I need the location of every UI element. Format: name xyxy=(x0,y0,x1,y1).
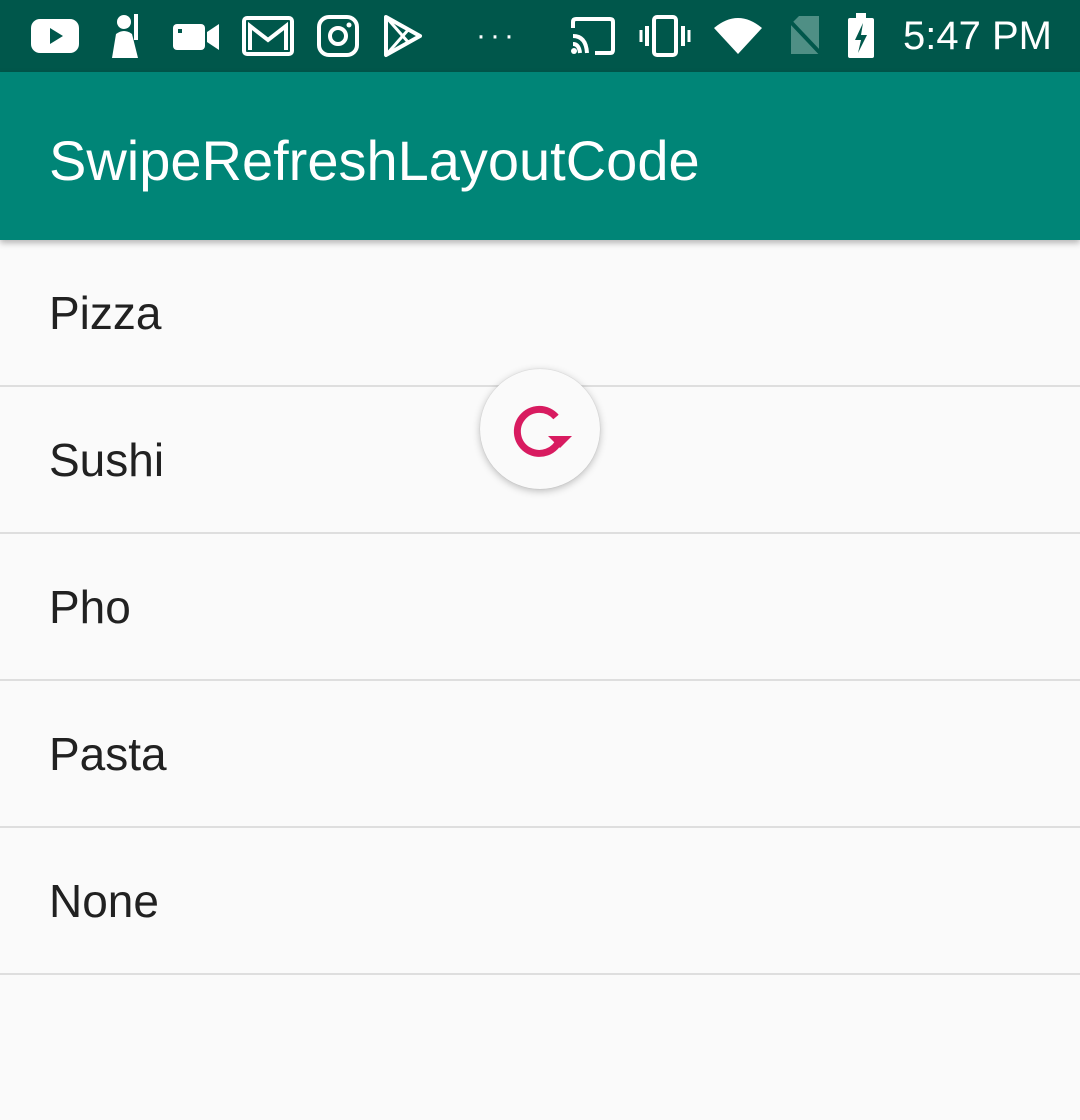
video-camera-icon xyxy=(172,12,220,60)
no-sim-icon xyxy=(785,12,825,60)
cast-icon xyxy=(569,12,617,60)
refresh-arrow-icon xyxy=(513,405,572,457)
list-item-label: Pho xyxy=(49,580,131,633)
list-item[interactable]: None xyxy=(0,828,1080,975)
swipe-refresh-list[interactable]: Pizza Sushi Pho Pasta None xyxy=(0,240,1080,975)
list-item-label: Pizza xyxy=(49,286,162,339)
status-time: 5:47 PM xyxy=(903,13,1052,58)
game-character-icon xyxy=(102,12,150,60)
system-icons: 5:47 PM xyxy=(569,12,1052,60)
list-item-label: None xyxy=(49,874,159,927)
pull-to-refresh-indicator xyxy=(480,369,600,489)
list-item-label: Pasta xyxy=(49,727,167,780)
play-store-icon xyxy=(382,12,424,60)
notification-icons: ··· xyxy=(30,12,518,60)
gmail-icon xyxy=(242,12,294,60)
battery-charging-icon xyxy=(847,12,875,60)
page-title: SwipeRefreshLayoutCode xyxy=(49,129,700,192)
list-item[interactable]: Pizza xyxy=(0,240,1080,387)
more-notifications-indicator: ··· xyxy=(476,19,518,52)
list-item[interactable]: Pasta xyxy=(0,681,1080,828)
vibrate-icon xyxy=(639,12,691,60)
app-toolbar: SwipeRefreshLayoutCode xyxy=(0,72,1080,240)
instagram-icon xyxy=(316,12,360,60)
wifi-icon xyxy=(713,12,763,60)
youtube-icon xyxy=(30,12,80,60)
status-bar: ··· 5:47 PM xyxy=(0,0,1080,72)
list-item-label: Sushi xyxy=(49,433,165,486)
list-item[interactable]: Pho xyxy=(0,534,1080,681)
